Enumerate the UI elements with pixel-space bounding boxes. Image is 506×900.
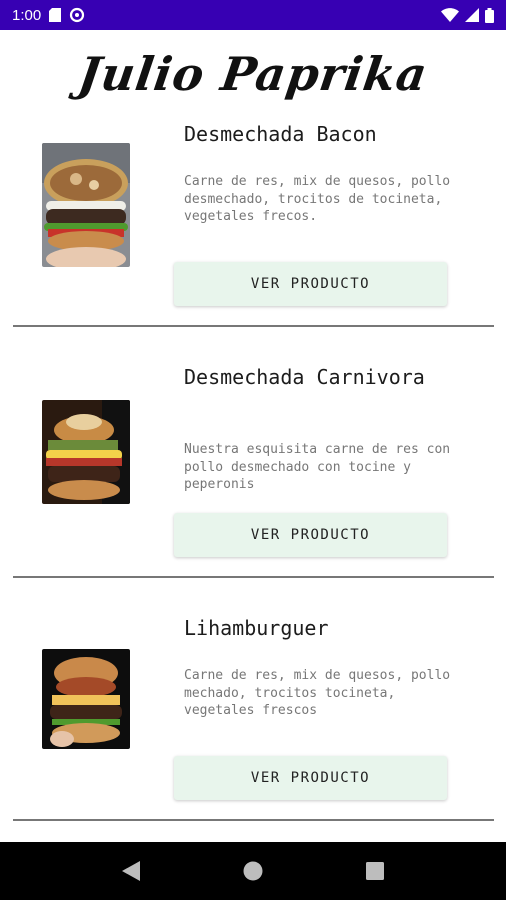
signal-icon — [465, 8, 479, 22]
data-saver-icon — [69, 7, 85, 23]
home-icon[interactable] — [233, 851, 273, 891]
divider — [13, 325, 494, 327]
product-title: Lihamburguer — [184, 616, 329, 640]
brand-logo: Julio Paprika — [74, 47, 432, 101]
ver-producto-button[interactable]: VER PRODUCTO — [174, 262, 447, 306]
recents-icon[interactable] — [355, 851, 395, 891]
product-image — [42, 400, 130, 504]
battery-icon — [485, 7, 494, 23]
product-title: Desmechada Bacon — [184, 122, 377, 146]
ver-producto-button[interactable]: VER PRODUCTO — [174, 756, 447, 800]
product-image — [42, 143, 130, 267]
status-time: 1:00 — [12, 6, 42, 24]
status-bar: 1:00 — [0, 0, 506, 30]
wifi-icon — [441, 8, 459, 22]
back-icon[interactable] — [111, 851, 151, 891]
divider — [13, 819, 494, 821]
divider — [13, 576, 494, 578]
navigation-bar — [0, 842, 506, 900]
sim-card-icon — [49, 8, 62, 22]
ver-producto-button[interactable]: VER PRODUCTO — [174, 513, 447, 557]
product-description: Carne de res, mix de quesos, pollo mecha… — [184, 668, 451, 718]
product-title: Desmechada Carnivora — [184, 365, 425, 389]
product-image — [42, 649, 130, 749]
product-description: Nuestra esquisita carne de res con pollo… — [184, 442, 451, 492]
product-description: Carne de res, mix de quesos, pollo desme… — [184, 174, 451, 224]
